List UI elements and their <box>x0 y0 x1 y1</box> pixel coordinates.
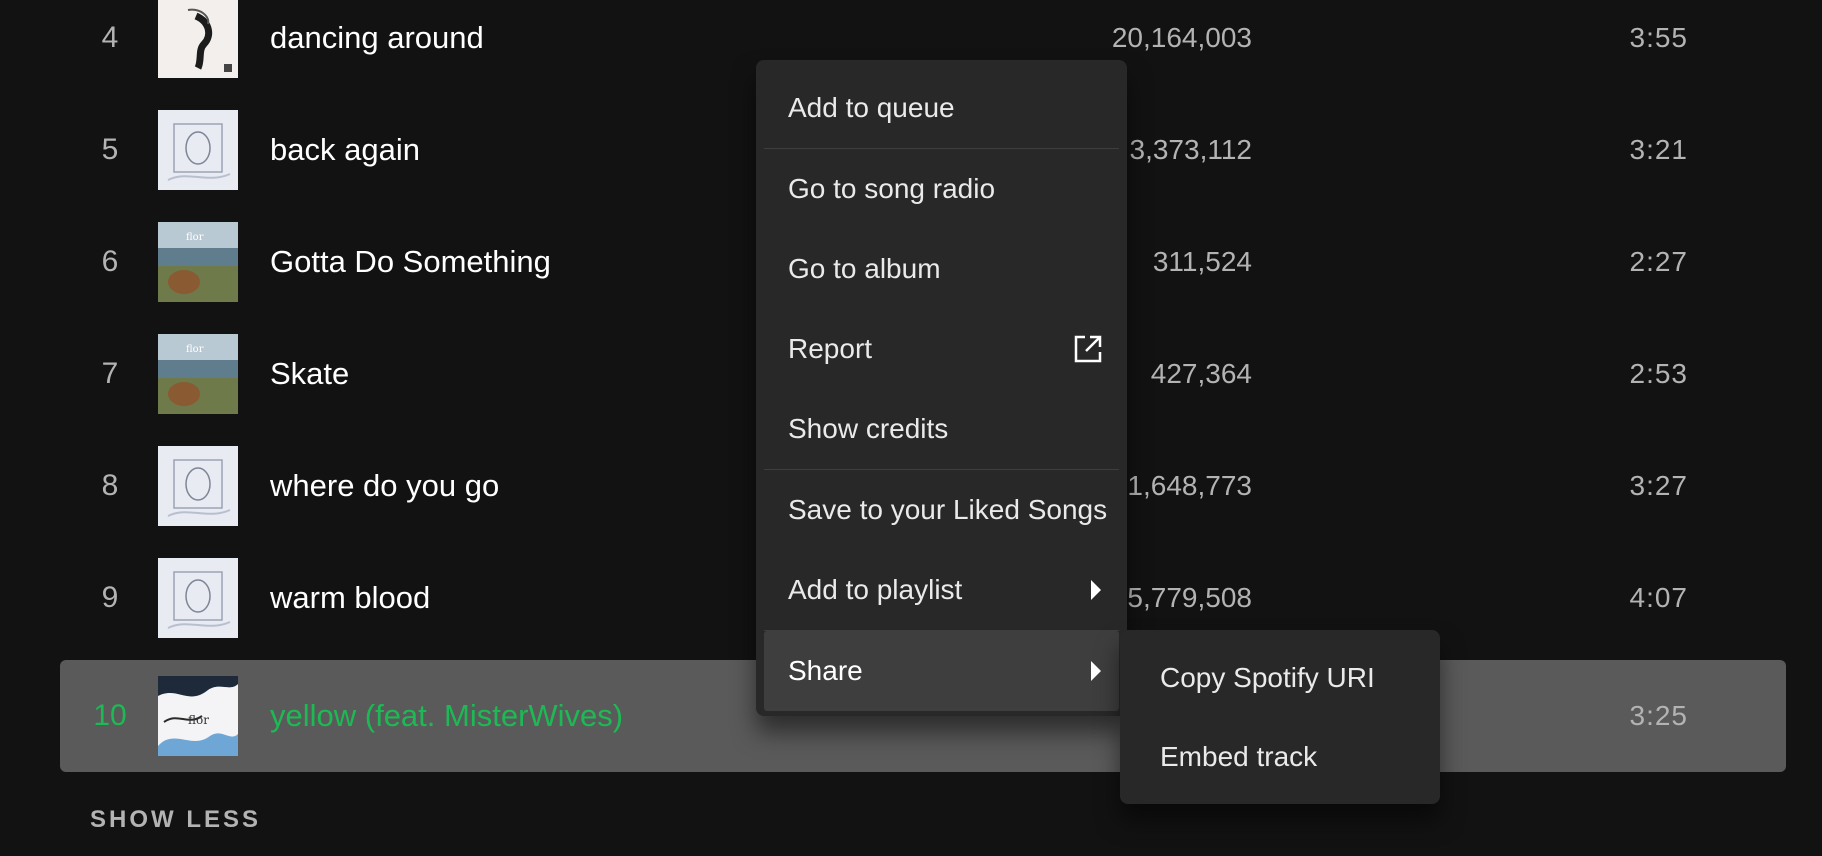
album-art <box>158 110 238 190</box>
track-number: 4 <box>101 21 119 54</box>
menu-item-add-to-playlist[interactable]: Add to playlist <box>764 550 1119 630</box>
context-menu: Add to queue Go to song radio Go to albu… <box>756 60 1127 716</box>
track-title[interactable]: Skate <box>270 318 349 430</box>
menu-item-copy-spotify-uri[interactable]: Copy Spotify URI <box>1128 638 1432 717</box>
track-title[interactable]: warm blood <box>270 542 430 654</box>
track-title[interactable]: Gotta Do Something <box>270 206 551 318</box>
menu-item-label: Go to album <box>788 253 941 284</box>
menu-item-label: Embed track <box>1160 741 1318 772</box>
album-art: flor <box>158 334 238 414</box>
menu-item-embed-track[interactable]: Embed track <box>1128 717 1432 796</box>
track-title[interactable]: back again <box>270 94 420 206</box>
track-play-count: 20,164,003 <box>1111 22 1252 53</box>
track-play-count: 427,364 <box>1150 358 1252 389</box>
menu-item-add-to-queue[interactable]: Add to queue <box>764 68 1119 148</box>
track-duration: 3:55 <box>1629 22 1688 53</box>
track-duration: 4:07 <box>1629 582 1688 613</box>
menu-item-label: Share <box>788 655 863 686</box>
menu-item-report[interactable]: Report <box>764 309 1119 389</box>
menu-item-label: Add to playlist <box>788 574 963 605</box>
track-play-count: 3,373,112 <box>1129 134 1253 165</box>
menu-item-go-to-album[interactable]: Go to album <box>764 229 1119 309</box>
menu-item-go-to-song-radio[interactable]: Go to song radio <box>764 149 1119 229</box>
share-submenu: Copy Spotify URI Embed track <box>1120 630 1440 804</box>
svg-text:flor: flor <box>188 713 209 727</box>
track-duration: 3:25 <box>1629 700 1688 731</box>
track-number: 7 <box>101 357 119 390</box>
svg-text:flor: flor <box>186 344 204 355</box>
track-play-count: 1,648,773 <box>1127 470 1252 501</box>
track-number: 5 <box>101 133 119 166</box>
artist-page: 4 dancing around 20,164,003 3:55 5 back … <box>0 0 1822 856</box>
menu-item-label: Add to queue <box>788 92 955 123</box>
menu-item-show-credits[interactable]: Show credits <box>764 389 1119 469</box>
menu-item-label: Report <box>788 333 873 364</box>
show-less-button[interactable]: SHOW LESS <box>90 806 261 834</box>
track-number: 10 <box>93 699 127 732</box>
track-number: 6 <box>101 245 119 278</box>
external-link-icon <box>1073 309 1103 389</box>
track-title[interactable]: yellow (feat. MisterWives) <box>270 660 623 772</box>
track-title[interactable]: dancing around <box>270 0 484 94</box>
track-duration: 2:27 <box>1629 246 1688 277</box>
album-art: flor <box>158 676 238 756</box>
album-art <box>158 446 238 526</box>
track-play-count: 311,524 <box>1152 246 1252 277</box>
menu-item-label: Go to song radio <box>788 173 996 204</box>
menu-item-share[interactable]: Share <box>764 631 1119 711</box>
track-duration: 2:53 <box>1629 358 1688 389</box>
menu-item-label: Save to your Liked Songs <box>788 494 1108 525</box>
album-art <box>158 558 238 638</box>
track-number: 8 <box>101 469 119 502</box>
track-duration: 3:21 <box>1629 134 1688 165</box>
menu-item-save-to-liked-songs[interactable]: Save to your Liked Songs <box>764 470 1119 550</box>
menu-item-label: Copy Spotify URI <box>1160 662 1375 693</box>
svg-text:flor: flor <box>186 232 204 243</box>
album-art <box>158 0 238 78</box>
caret-right-icon <box>1089 631 1103 711</box>
album-art: flor <box>158 222 238 302</box>
track-duration: 3:27 <box>1629 470 1688 501</box>
track-number: 9 <box>101 581 119 614</box>
track-title[interactable]: where do you go <box>270 430 499 542</box>
caret-right-icon <box>1089 550 1103 630</box>
menu-item-label: Show credits <box>788 413 949 444</box>
